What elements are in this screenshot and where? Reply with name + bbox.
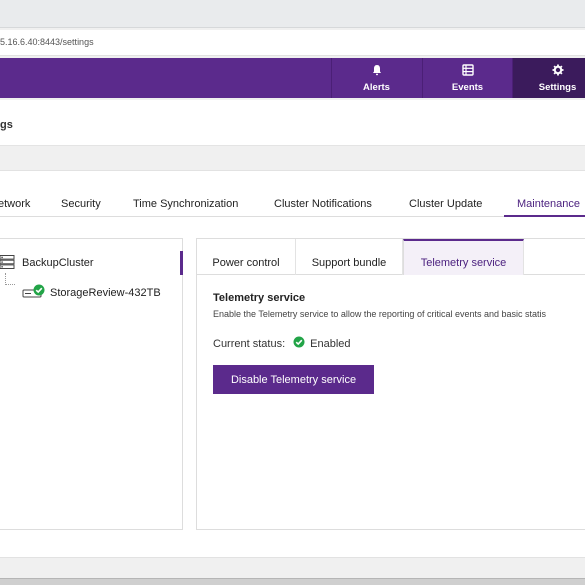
nav-alerts-button[interactable]: Alerts: [331, 58, 421, 98]
subtab-telemetry-service[interactable]: Telemetry service: [403, 239, 524, 275]
tab-security[interactable]: Security: [61, 189, 101, 217]
address-bar[interactable]: 5.16.6.40:8443/settings: [0, 30, 585, 56]
tree-item-label: BackupCluster: [22, 257, 94, 269]
maintenance-content: Power control Support bundle Telemetry s…: [196, 238, 585, 530]
section-description: Enable the Telemetry service to allow th…: [213, 309, 546, 319]
bottom-edge: [0, 578, 585, 585]
tree-connector: [5, 273, 15, 285]
browser-tab-strip: [0, 0, 585, 28]
gear-icon: [552, 64, 564, 79]
tree-item-label: StorageReview-432TB: [50, 287, 161, 299]
maintenance-subtabs: Power control Support bundle Telemetry s…: [197, 239, 585, 275]
tab-maintenance[interactable]: Maintenance: [504, 189, 585, 217]
subtab-power-control[interactable]: Power control: [197, 239, 296, 275]
app-header: Alerts Events Settings: [0, 58, 585, 98]
address-url[interactable]: 5.16.6.40:8443/settings: [0, 37, 94, 47]
list-icon: [461, 63, 474, 79]
tab-time-synchronization[interactable]: Time Synchronization: [133, 189, 238, 217]
tree-item-storagereview[interactable]: StorageReview-432TB: [22, 281, 161, 305]
status-line: Current status: Enabled: [213, 336, 351, 351]
drive-icon: [22, 284, 46, 301]
status-ok-icon: [33, 284, 45, 299]
section-title: Telemetry service: [213, 292, 306, 304]
nav-events-label: Events: [451, 81, 484, 93]
tab-cluster-update[interactable]: Cluster Update: [409, 189, 482, 217]
nav-alerts-label: Alerts: [363, 81, 390, 93]
tab-cluster-notifications[interactable]: Cluster Notifications: [274, 189, 372, 217]
bell-icon: [371, 64, 383, 79]
tab-network[interactable]: etwork: [0, 189, 30, 217]
subtab-support-bundle[interactable]: Support bundle: [296, 239, 403, 275]
nav-settings-button[interactable]: Settings: [512, 58, 585, 98]
check-circle-icon: [293, 336, 305, 351]
page-title-bar: gs: [0, 100, 585, 146]
status-value: Enabled: [310, 337, 351, 350]
nav-events-button[interactable]: Events: [422, 58, 512, 98]
settings-panel: etwork Security Time Synchronization Clu…: [0, 170, 585, 558]
nav-settings-label: Settings: [538, 81, 577, 93]
status-label: Current status:: [213, 337, 286, 350]
page-title: gs: [0, 119, 13, 131]
cluster-icon: [0, 254, 15, 273]
disable-telemetry-button[interactable]: Disable Telemetry service: [213, 365, 374, 394]
tree-item-backupcluster[interactable]: BackupCluster: [0, 251, 183, 275]
cluster-tree: BackupCluster StorageReview-432TB: [0, 238, 183, 530]
settings-tabs: etwork Security Time Synchronization Clu…: [0, 189, 585, 217]
